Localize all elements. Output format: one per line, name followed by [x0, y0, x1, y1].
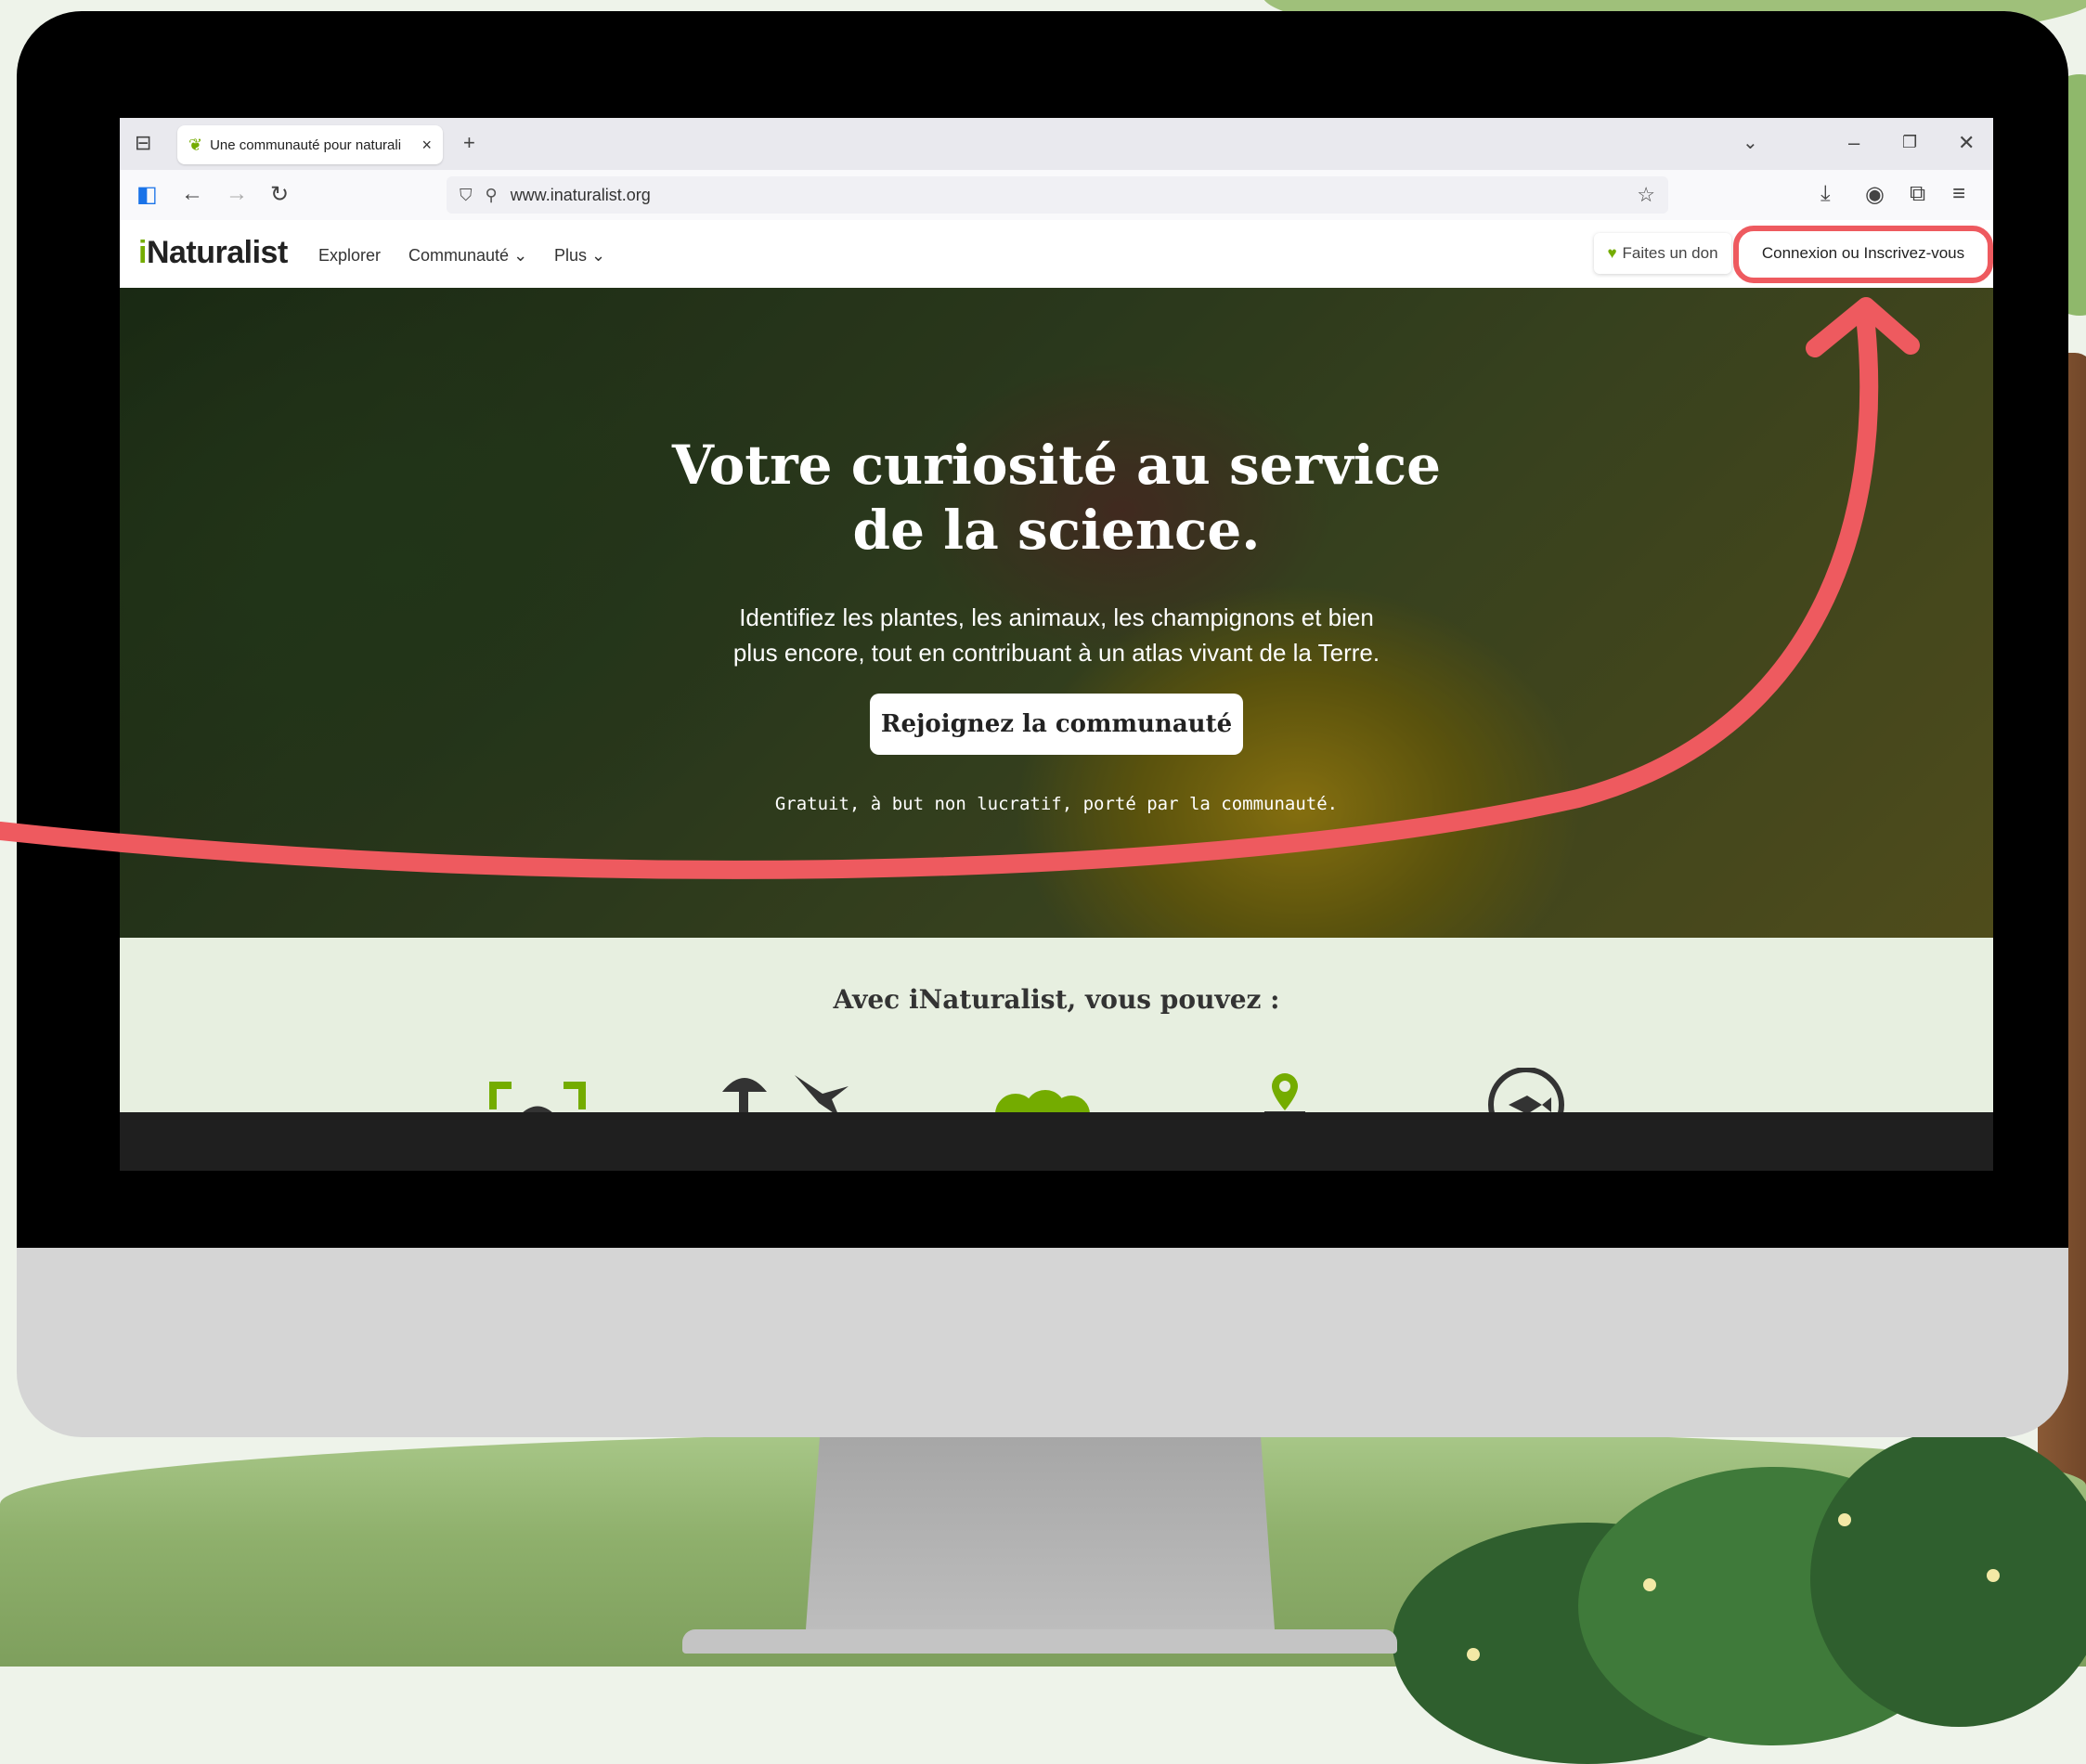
monitor: ⊟ ❦ Une communauté pour naturali × + ⌄ –… — [17, 11, 2068, 1437]
shield-icon[interactable]: ⛉ — [460, 186, 473, 205]
url-text[interactable]: www.inaturalist.org — [511, 186, 1638, 205]
bottom-strip — [120, 1112, 1993, 1171]
monitor-stand-base — [682, 1629, 1397, 1654]
chevron-down-icon[interactable]: ⌄ — [1743, 131, 1758, 154]
hero-subtitle: Identifiez les plantes, les animaux, les… — [732, 603, 1380, 667]
hero-banner: Votre curiosité au service de la science… — [120, 288, 1993, 938]
minimize-icon[interactable]: – — [1848, 131, 1859, 155]
nav-more[interactable]: Plus ⌄ — [554, 246, 605, 266]
leaf-favicon: ❦ — [188, 135, 203, 154]
nav-explore[interactable]: Explorer — [318, 246, 381, 266]
menu-icon[interactable]: ≡ — [1952, 181, 1965, 207]
chevron-down-icon: ⌄ — [591, 246, 606, 265]
hero-title: Votre curiosité au service de la science… — [671, 434, 1442, 562]
location-pin-icon — [1264, 1073, 1305, 1116]
browser-tab[interactable]: ❦ Une communauté pour naturali × — [177, 125, 443, 164]
fish-badge-icon — [1488, 1068, 1564, 1114]
extensions-icon[interactable]: ⧉ — [1910, 181, 1925, 207]
features-section: Avec iNaturalist, vous pouvez : — [120, 938, 1993, 1117]
site-header: iNaturalist Explorer Communauté ⌄ Plus ⌄… — [120, 220, 1993, 288]
flower-dot — [1987, 1569, 2000, 1582]
camera-frame-icon — [489, 1082, 586, 1114]
restore-icon[interactable]: ❐ — [1902, 133, 1917, 152]
url-bar[interactable]: ⛉ ⚲ www.inaturalist.org ☆ — [447, 176, 1668, 214]
bookmark-star-icon[interactable]: ☆ — [1637, 183, 1655, 207]
browser-tab-bar: ⊟ ❦ Une communauté pour naturali × + ⌄ –… — [120, 118, 1993, 170]
browser-nav-bar: ◧ ← → ↻ ⛉ ⚲ www.inaturalist.org ☆ ⤓ ◉ ⧉ … — [120, 170, 1993, 221]
highlight-ring — [1733, 226, 1993, 283]
forward-icon[interactable]: → — [226, 181, 248, 207]
tab-overview-icon[interactable]: ⊟ — [135, 131, 151, 155]
flower-dot — [1643, 1578, 1656, 1591]
monitor-stand-neck — [806, 1434, 1275, 1629]
site-logo[interactable]: iNaturalist — [138, 235, 288, 271]
monitor-bezel: ⊟ ❦ Une communauté pour naturali × + ⌄ –… — [17, 11, 2068, 1248]
tab-title: Une communauté pour naturali — [210, 136, 402, 153]
reload-icon[interactable]: ↻ — [270, 181, 289, 208]
chevron-down-icon: ⌄ — [513, 246, 528, 265]
flower-dot — [1467, 1648, 1480, 1661]
mushroom-bird-icon — [722, 1075, 849, 1117]
heart-icon: ♥ — [1607, 244, 1617, 262]
sidebar-icon[interactable]: ◧ — [136, 181, 158, 208]
flower-dot — [1838, 1513, 1851, 1526]
donate-button[interactable]: ♥ Faites un don — [1594, 233, 1731, 274]
back-icon[interactable]: ← — [181, 181, 203, 207]
plant-icon — [995, 1090, 1090, 1114]
new-tab-icon[interactable]: + — [463, 131, 475, 155]
hero-note: Gratuit, à but non lucratif, porté par l… — [774, 794, 1339, 814]
screen: ⊟ ❦ Une communauté pour naturali × + ⌄ –… — [120, 118, 1993, 1171]
account-icon[interactable]: ◉ — [1865, 181, 1885, 208]
nav-community[interactable]: Communauté ⌄ — [408, 246, 527, 266]
download-icon[interactable]: ⤓ — [1820, 181, 1831, 207]
features-title: Avec iNaturalist, vous pouvez : — [833, 984, 1280, 1015]
permissions-icon[interactable]: ⚲ — [486, 186, 498, 205]
join-community-button[interactable]: Rejoignez la communauté — [870, 694, 1243, 755]
window-close-icon[interactable]: ✕ — [1958, 131, 1975, 155]
close-icon[interactable]: × — [421, 136, 432, 155]
